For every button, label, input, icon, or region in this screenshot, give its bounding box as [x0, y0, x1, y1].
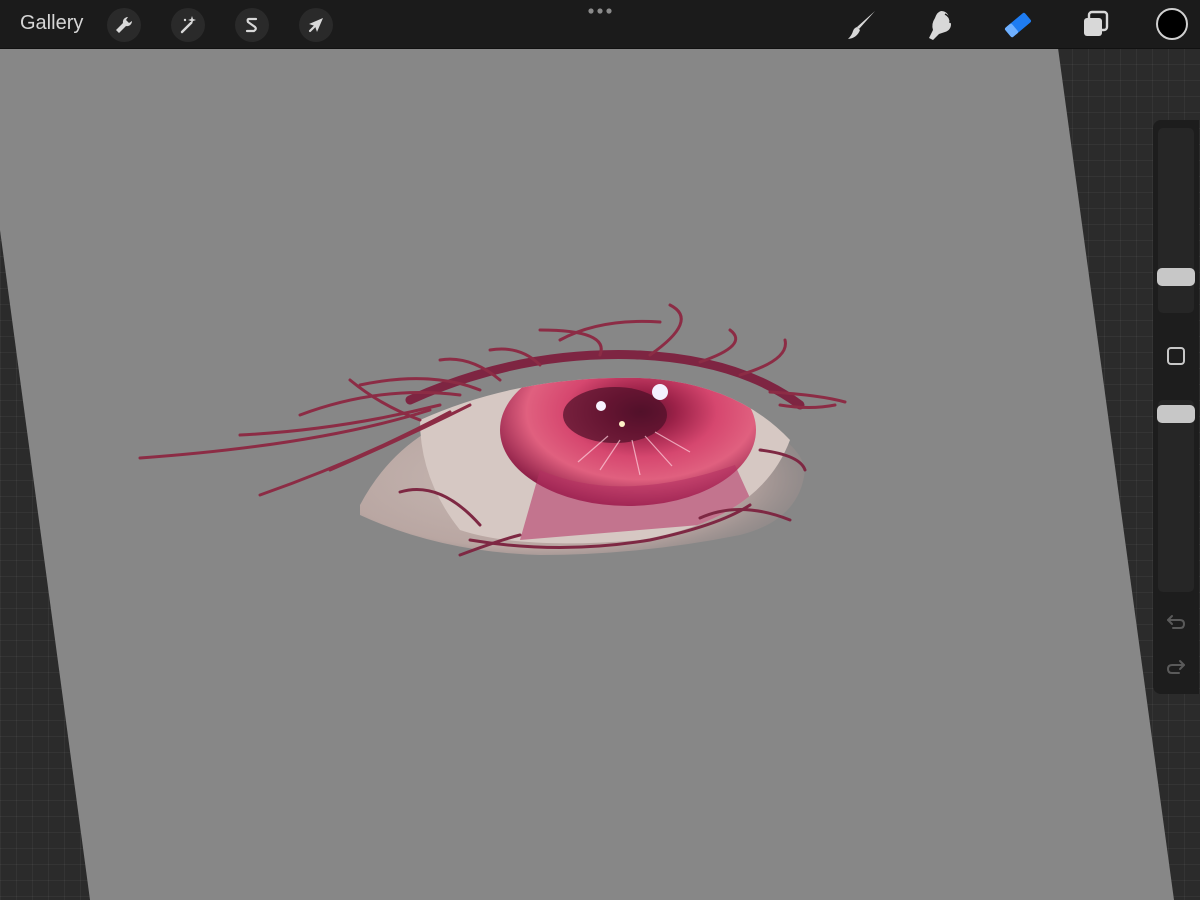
adjustments-button[interactable]	[171, 8, 205, 42]
undo-icon[interactable]	[1165, 610, 1187, 632]
gallery-button[interactable]: Gallery	[20, 12, 83, 35]
selection-s-icon	[245, 17, 258, 33]
transform-button[interactable]	[299, 8, 333, 42]
top-toolbar: Gallery	[0, 0, 1200, 49]
brush-size-thumb[interactable]	[1157, 268, 1195, 286]
more-dots-icon[interactable]	[587, 6, 613, 16]
arrow-cursor-icon	[308, 18, 323, 33]
iris-highlight	[652, 384, 668, 400]
layers-icon[interactable]	[1079, 8, 1113, 42]
iris-highlight	[619, 421, 625, 427]
color-swatch[interactable]	[1156, 8, 1188, 40]
selection-button[interactable]	[235, 8, 269, 42]
side-slider-panel	[1153, 120, 1199, 694]
redo-icon[interactable]	[1165, 655, 1187, 677]
wrench-icon	[116, 16, 133, 33]
iris-highlight	[596, 401, 606, 411]
magic-wand-icon	[180, 16, 196, 34]
eraser-icon[interactable]	[1001, 8, 1035, 42]
opacity-slider[interactable]	[1158, 400, 1194, 592]
opacity-thumb[interactable]	[1157, 405, 1195, 423]
actions-button[interactable]	[107, 8, 141, 42]
square-icon[interactable]	[1167, 347, 1185, 365]
canvas-workspace[interactable]	[0, 0, 1200, 900]
smudge-finger-icon[interactable]	[923, 8, 957, 42]
brush-icon[interactable]	[845, 8, 879, 42]
